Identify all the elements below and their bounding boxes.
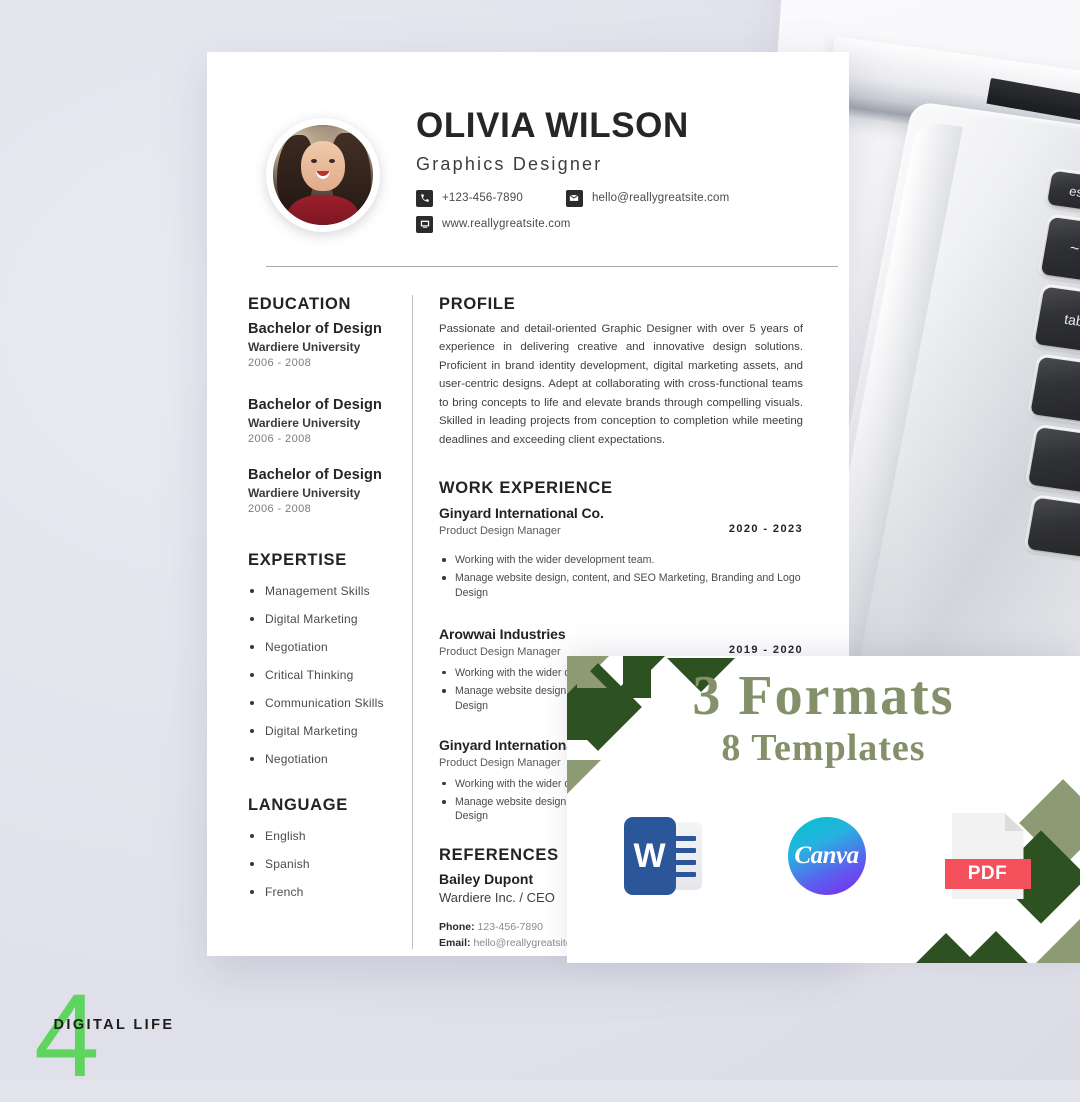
format-logos: W Canva PDF — [567, 796, 1080, 916]
column-divider — [412, 294, 413, 949]
email-text: hello@reallygreatsite.com — [591, 192, 730, 205]
list-item: English — [248, 829, 404, 843]
job-dates: 2020 - 2023 — [728, 523, 803, 536]
list-item: Digital Marketing — [248, 612, 404, 626]
promo-panel: 3 Formats 8 Templates W Canva PDF — [567, 656, 1080, 963]
list-item: Negotiation — [248, 752, 404, 766]
key-tilde: ~ — [1040, 216, 1080, 283]
contact-list: +123-456-7890 hello@reallygreatsite.com — [416, 189, 730, 233]
contact-phone: +123-456-7890 — [416, 189, 523, 207]
education-school: Wardiere University — [248, 339, 361, 354]
education-school: Wardiere University — [248, 485, 361, 500]
phone-icon — [416, 189, 433, 207]
reference-email-label: Email: — [439, 936, 471, 949]
reference-phone-label: Phone: — [439, 920, 475, 933]
key-capslock: cap — [1030, 356, 1080, 425]
website-text: www.reallygreatsite.com — [442, 218, 571, 231]
key-esc: esc — [1046, 170, 1080, 213]
job-company: Ginyard International Co. — [439, 505, 604, 522]
canva-icon: Canva — [787, 817, 866, 895]
brand-text: DIGITAL LIFE — [53, 1017, 175, 1033]
education-heading: EDUCATION — [248, 294, 352, 313]
phone-text: +123-456-7890 — [442, 192, 523, 205]
envelope-icon — [565, 189, 583, 207]
education-school: Wardiere University — [248, 415, 361, 430]
list-item: French — [248, 885, 404, 899]
avatar — [266, 117, 380, 232]
contact-email: hello@reallygreatsite.com — [565, 189, 730, 207]
job-bullets: Working with the wider development team.… — [439, 553, 803, 600]
education-degree: Bachelor of Design — [248, 320, 382, 337]
list-item: Manage website design, content, and SEO … — [439, 571, 803, 600]
list-item: Negotiation — [248, 640, 404, 654]
education-degree: Bachelor of Design — [248, 466, 382, 483]
expertise-list: Management Skills Digital Marketing Nego… — [248, 584, 404, 766]
key-fn-row — [1026, 497, 1080, 562]
monitor-icon — [416, 215, 433, 233]
decor-triangle — [916, 933, 976, 963]
resume-header: OLIVIA WILSON Graphics Designer +123-456… — [240, 98, 809, 242]
list-item: Critical Thinking — [248, 668, 404, 682]
promo-subtitle: 8 Templates — [721, 727, 926, 769]
resume-left-column: EDUCATION Bachelor of Design Wardiere Un… — [240, 295, 412, 949]
education-item: Bachelor of Design Wardiere University 2… — [248, 467, 404, 515]
list-item: Working with the wider development team. — [439, 553, 803, 567]
header-divider — [266, 265, 838, 267]
pdf-icon: PDF — [944, 813, 1031, 899]
job-role: Product Design Manager — [439, 525, 561, 538]
list-item: Digital Marketing — [248, 724, 404, 738]
profile-heading: PROFILE — [439, 294, 516, 313]
education-degree: Bachelor of Design — [248, 396, 382, 413]
expertise-heading: EXPERTISE — [248, 550, 347, 569]
education-item: Bachelor of Design Wardiere University 2… — [248, 321, 404, 369]
education-years: 2006 - 2008 — [248, 356, 312, 369]
work-experience-heading: WORK EXPERIENCE — [439, 479, 613, 498]
list-item: Management Skills — [248, 584, 404, 598]
promo-title: 3 Formats — [692, 665, 955, 727]
word-tile: W — [623, 817, 676, 895]
canva-wordmark: Canva — [794, 842, 859, 869]
identity-block: OLIVIA WILSON Graphics Designer +123-456… — [416, 106, 730, 242]
profile-text: Passionate and detail-oriented Graphic D… — [439, 322, 803, 446]
job-role: Product Design Manager — [439, 645, 561, 658]
job-dates: 2019 - 2020 — [728, 643, 803, 656]
pdf-label: PDF — [944, 858, 1031, 889]
job-company: Arowwai Industries — [439, 625, 566, 642]
reference-phone-value: 123-456-7890 — [477, 920, 543, 933]
language-heading: LANGUAGE — [248, 795, 349, 814]
key-shift: s — [1027, 427, 1080, 497]
language-list: English Spanish French — [248, 829, 404, 899]
list-item: Spanish — [248, 857, 404, 871]
education-years: 2006 - 2008 — [248, 432, 312, 445]
key-tab: tab — [1034, 286, 1080, 354]
brand-logo: 4 DIGITAL LIFE — [34, 977, 194, 1095]
education-item: Bachelor of Design Wardiere University 2… — [248, 397, 404, 445]
word-icon: W — [623, 817, 702, 895]
candidate-role: Graphics Designer — [416, 153, 603, 174]
contact-website: www.reallygreatsite.com — [416, 215, 571, 233]
list-item: Communication Skills — [248, 696, 404, 710]
job-entry: Ginyard International Co. Product Design… — [439, 505, 803, 600]
laptop-photo: esc ~ tab cap s — [805, 35, 1080, 694]
candidate-name: OLIVIA WILSON — [416, 106, 689, 145]
education-years: 2006 - 2008 — [248, 502, 312, 515]
decor-triangle — [1036, 919, 1080, 963]
